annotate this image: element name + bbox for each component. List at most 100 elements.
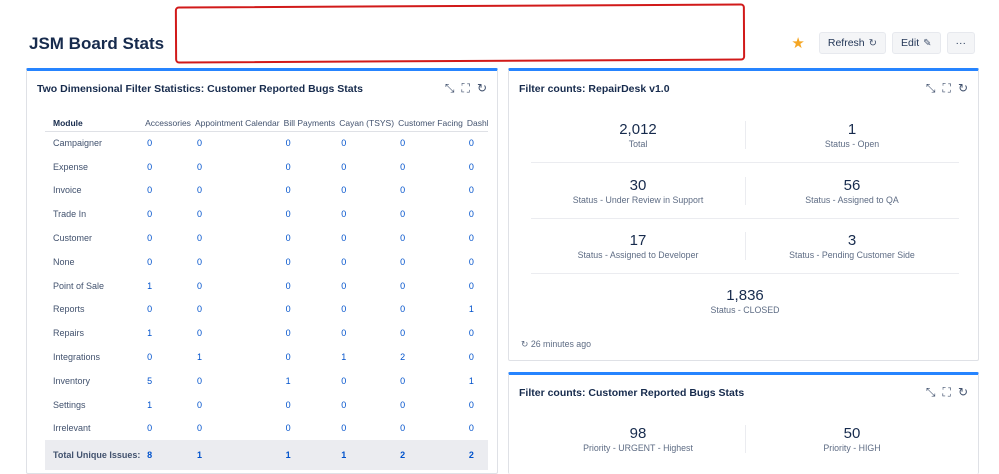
table-cell-link[interactable]: 0 xyxy=(398,131,467,155)
total-cell-link[interactable]: 1 xyxy=(194,440,284,471)
table-cell-link[interactable]: 0 xyxy=(339,226,398,250)
table-cell-link[interactable]: 0 xyxy=(339,250,398,274)
column-header[interactable]: Bill Payments xyxy=(283,115,340,132)
table-cell-link[interactable]: 1 xyxy=(467,298,488,322)
table-cell-link[interactable]: 0 xyxy=(284,155,340,179)
table-cell-link[interactable]: 0 xyxy=(398,179,467,203)
table-cell-link[interactable]: 0 xyxy=(467,274,488,298)
table-cell-link[interactable]: 0 xyxy=(284,250,340,274)
table-cell-link[interactable]: 0 xyxy=(284,345,340,369)
star-icon[interactable]: ★ xyxy=(791,34,804,52)
table-cell-link[interactable]: 5 xyxy=(145,369,195,393)
table-cell-link[interactable]: 0 xyxy=(284,131,340,155)
edit-button[interactable]: Edit ✎ xyxy=(892,32,941,54)
total-cell-link[interactable]: 8 xyxy=(145,440,195,471)
table-cell-link[interactable]: 0 xyxy=(467,321,488,345)
table-cell-link[interactable]: 1 xyxy=(467,369,488,393)
table-cell-link[interactable]: 1 xyxy=(145,274,195,298)
table-cell-link[interactable]: 0 xyxy=(398,321,467,345)
table-cell-link[interactable]: 2 xyxy=(398,345,467,369)
minimize-icon[interactable]: ⤡ xyxy=(926,81,936,96)
column-header[interactable]: Module xyxy=(45,115,146,132)
table-cell-link[interactable]: 1 xyxy=(145,393,195,417)
table-cell-link[interactable]: 0 xyxy=(339,179,398,203)
minimize-icon[interactable]: ⤡ xyxy=(445,81,455,96)
more-button[interactable]: ··· xyxy=(946,32,975,54)
table-cell-link[interactable]: 0 xyxy=(467,393,488,417)
total-cell-link[interactable]: 2 xyxy=(466,440,488,471)
column-header[interactable]: Appointment Calendar xyxy=(194,115,284,132)
table-cell-link[interactable]: 0 xyxy=(467,202,488,226)
column-header[interactable]: Accessories xyxy=(145,115,195,132)
table-cell-link[interactable]: 0 xyxy=(145,250,195,274)
refresh-button[interactable]: Refresh ↻ xyxy=(818,32,887,54)
total-cell-link[interactable]: 2 xyxy=(398,440,467,471)
table-cell-link[interactable]: 0 xyxy=(339,393,398,417)
table-cell-link[interactable]: 0 xyxy=(398,369,467,393)
minimize-icon[interactable]: ⤡ xyxy=(926,385,936,400)
maximize-icon[interactable]: ⛶ xyxy=(462,81,470,96)
table-cell-link[interactable]: 0 xyxy=(398,298,467,322)
table-cell-link[interactable]: 0 xyxy=(339,131,398,155)
table-cell-link[interactable]: 0 xyxy=(284,274,340,298)
table-cell-link[interactable]: 0 xyxy=(195,369,284,393)
maximize-icon[interactable]: ⛶ xyxy=(943,81,951,96)
table-cell-link[interactable]: 0 xyxy=(398,274,467,298)
table-cell-link[interactable]: 0 xyxy=(339,369,398,393)
refresh-icon[interactable]: ↻ xyxy=(958,385,968,400)
table-cell-link[interactable]: 0 xyxy=(339,274,398,298)
table-cell-link[interactable]: 0 xyxy=(398,155,467,179)
stats-table-container[interactable]: Module Accessories Appointment Calendar Bil… xyxy=(45,115,488,474)
table-cell-link[interactable]: 0 xyxy=(467,345,488,369)
table-cell-link[interactable]: 0 xyxy=(398,393,467,417)
table-cell-link[interactable]: 0 xyxy=(145,202,195,226)
table-cell-link[interactable]: 0 xyxy=(195,202,284,226)
table-cell-link[interactable]: 0 xyxy=(195,179,284,203)
table-cell-link[interactable]: 0 xyxy=(195,298,284,322)
refresh-icon[interactable]: ↻ xyxy=(958,81,968,96)
table-cell-link[interactable]: 0 xyxy=(284,321,340,345)
table-cell-link[interactable]: 0 xyxy=(398,226,467,250)
table-cell-link[interactable]: 0 xyxy=(467,417,488,441)
column-header[interactable]: Customer Facing xyxy=(398,115,467,132)
table-cell-link[interactable]: 0 xyxy=(284,417,340,441)
table-cell-link[interactable]: 0 xyxy=(398,202,467,226)
column-header[interactable]: Dashboa xyxy=(466,115,488,132)
table-cell-link[interactable]: 0 xyxy=(195,417,284,441)
column-header[interactable]: Cayan (TSYS) xyxy=(339,115,399,132)
table-cell-link[interactable]: 0 xyxy=(284,298,340,322)
table-cell-link[interactable]: 0 xyxy=(467,250,488,274)
table-cell-link[interactable]: 0 xyxy=(145,226,195,250)
table-cell-link[interactable]: 0 xyxy=(398,417,467,441)
table-cell-link[interactable]: 0 xyxy=(339,417,398,441)
table-cell-link[interactable]: 0 xyxy=(467,131,488,155)
table-cell-link[interactable]: 0 xyxy=(195,226,284,250)
table-cell-link[interactable]: 0 xyxy=(195,131,284,155)
table-cell-link[interactable]: 0 xyxy=(284,226,340,250)
table-cell-link[interactable]: 0 xyxy=(145,179,195,203)
table-cell-link[interactable]: 0 xyxy=(195,274,284,298)
table-cell-link[interactable]: 0 xyxy=(195,250,284,274)
maximize-icon[interactable]: ⛶ xyxy=(943,385,951,400)
table-cell-link[interactable]: 0 xyxy=(339,155,398,179)
table-cell-link[interactable]: 0 xyxy=(145,131,195,155)
table-cell-link[interactable]: 0 xyxy=(339,321,398,345)
table-cell-link[interactable]: 0 xyxy=(195,321,284,345)
total-cell-link[interactable]: 1 xyxy=(339,440,399,471)
table-cell-link[interactable]: 1 xyxy=(284,369,340,393)
table-cell-link[interactable]: 0 xyxy=(284,202,340,226)
table-cell-link[interactable]: 0 xyxy=(195,155,284,179)
table-cell-link[interactable]: 0 xyxy=(467,179,488,203)
table-cell-link[interactable]: 0 xyxy=(467,226,488,250)
refresh-icon[interactable]: ↻ xyxy=(477,81,487,96)
table-cell-link[interactable]: 0 xyxy=(339,202,398,226)
table-cell-link[interactable]: 0 xyxy=(467,155,488,179)
table-cell-link[interactable]: 0 xyxy=(145,417,195,441)
table-cell-link[interactable]: 0 xyxy=(145,345,195,369)
table-cell-link[interactable]: 1 xyxy=(339,345,398,369)
table-cell-link[interactable]: 0 xyxy=(398,250,467,274)
table-cell-link[interactable]: 0 xyxy=(284,179,340,203)
table-cell-link[interactable]: 0 xyxy=(195,393,284,417)
table-cell-link[interactable]: 0 xyxy=(145,298,195,322)
table-cell-link[interactable]: 0 xyxy=(284,393,340,417)
